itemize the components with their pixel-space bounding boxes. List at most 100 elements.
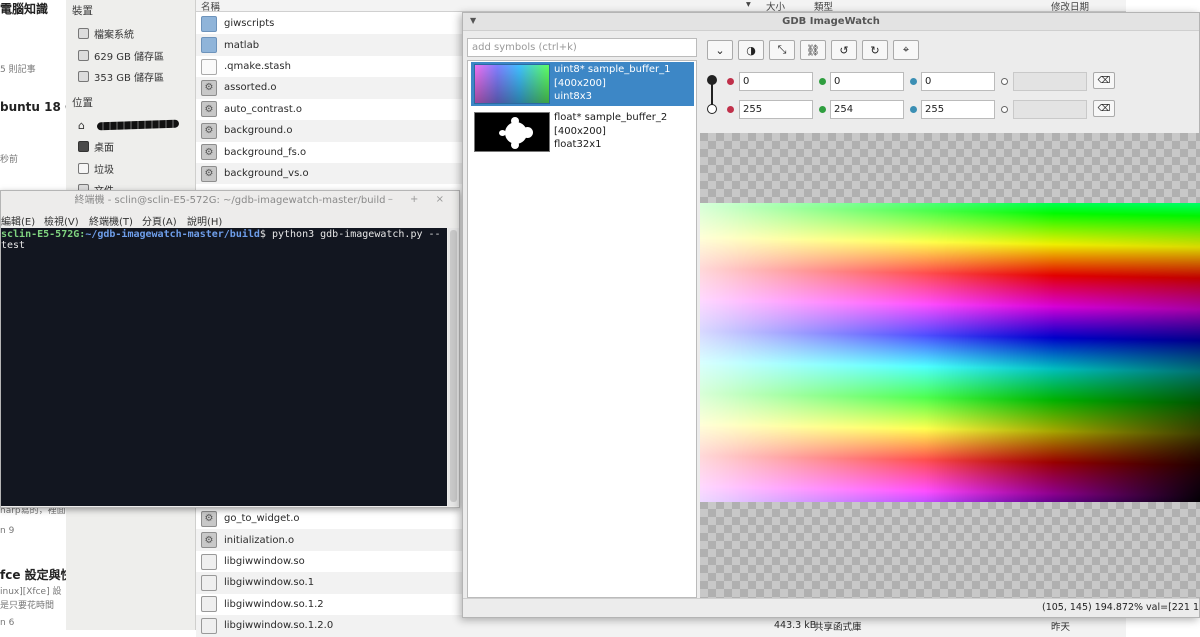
file-name: go_to_widget.o [224,513,300,525]
min-blue-field[interactable]: 0 [921,72,995,91]
file-name: background_fs.o [224,146,307,158]
terminal-output[interactable]: sclin-E5-572G:~/gdb-imagewatch-master/bu… [1,228,447,506]
buffer-dimensions: [400x200] [554,125,606,137]
show-menu-button[interactable]: ⌄ [707,40,733,60]
terminal-menubar: 編輯(E) 檢視(V) 終端機(T) 分頁(A) 說明(H) [1,211,459,228]
sidebar-item-label: 353 GB 儲存區 [94,72,165,84]
sidebar-item-storage-353[interactable]: 353 GB 儲存區 [78,67,164,85]
backspace-icon: ⌫ [1097,103,1111,114]
rotate-cw-button[interactable]: ↻ [862,40,888,60]
web-text-fragment: n 6 [0,618,15,628]
prompt-path: ~/gdb-imagewatch-master/build [85,229,260,240]
contrast-icon: ◑ [746,43,756,57]
object-file-icon: ⚙ [201,165,217,182]
file-name: assorted.o [224,82,277,94]
web-text-fragment: 是只要花時間 [0,601,55,611]
menu-terminal[interactable]: 終端機(T) [89,213,133,228]
web-text-fragment: n 9 [0,526,15,536]
reposition-button[interactable]: ⤡ [769,40,795,60]
auto-contrast-button[interactable]: ◑ [738,40,764,60]
menu-view[interactable]: 檢視(V) [44,213,79,228]
go-to-pixel-button[interactable]: ⌖ [893,40,919,60]
sidebar-item-trash[interactable]: 垃圾 [78,159,114,177]
object-file-icon: ⚙ [201,101,217,118]
contrast-min-row: 0 0 0 ⌫ [725,71,1165,93]
clear-min-button[interactable]: ⌫ [1093,72,1115,89]
buffer-symbol: uint8* sample_buffer_1 [554,64,671,75]
sidebar-item-home[interactable]: ⌂ [78,116,180,134]
sidebar-item-label: 垃圾 [94,164,114,176]
sidebar-item-storage-629[interactable]: 629 GB 儲存區 [78,46,164,64]
home-icon: ⌂ [78,118,85,132]
terminal-scrollbar[interactable] [448,228,459,506]
menu-edit[interactable]: 編輯(E) [1,213,35,228]
buffer-type: uint8x3 [554,91,593,102]
buffer-type: float32x1 [554,139,602,150]
sidebar-item-label: 629 GB 儲存區 [94,51,165,63]
web-text-fragment: 電腦知識 [0,2,49,16]
file-type: 共享函式庫 [814,621,862,633]
min-max-link-icon[interactable] [707,75,719,115]
clear-max-button[interactable]: ⌫ [1093,100,1115,117]
file-icon [201,58,217,75]
web-text-fragment: buntu 18 GD [0,100,66,114]
min-green-field[interactable]: 0 [830,72,904,91]
menu-tabs[interactable]: 分頁(A) [142,213,177,228]
window-controls[interactable]: – + × [388,194,451,205]
chevron-down-icon: ⌄ [715,43,725,57]
object-file-icon: ⚙ [201,144,217,161]
places-heading: 位置 [72,97,93,109]
drive-icon [78,49,89,61]
object-file-icon: ⚙ [201,510,217,527]
redacted-username [96,119,180,131]
buffer-thumbnail [474,112,550,152]
devices-heading: 裝置 [72,5,93,17]
max-blue-field[interactable]: 255 [921,100,995,119]
alpha-channel-icon [1001,78,1008,85]
buffer-dimensions: [400x200] [554,77,606,89]
link-icon: ⛓ [806,43,820,57]
buffer-item-sample-buffer-2[interactable]: float* sample_buffer_2 [400x200] float32… [471,110,694,154]
column-name[interactable]: 名稱 [201,0,220,13]
max-alpha-field [1013,100,1087,119]
link-views-button[interactable]: ⛓ [800,40,826,60]
rotate-ccw-icon: ↺ [839,43,849,57]
buffer-thumbnail [474,64,550,104]
file-modified: 昨天 [1051,621,1071,633]
web-text-fragment: 秒前 [0,155,19,165]
file-row[interactable]: libgiwwindow.so.1.2.0 443.3 kB 共享函式庫 昨天 [196,615,1126,637]
buffer-item-sample-buffer-1[interactable]: uint8* sample_buffer_1 [400x200] uint8x3 [471,62,694,106]
window-menu-icon[interactable]: ▼ [470,16,476,25]
green-channel-icon [819,78,826,85]
max-green-field[interactable]: 254 [830,100,904,119]
web-text-fragment: 5 則記事 [0,65,36,75]
blue-channel-icon [910,78,917,85]
file-name: giwscripts [224,18,275,30]
symbol-search-input[interactable]: add symbols (ctrl+k) [467,38,697,57]
sort-chevron-icon[interactable]: ▾ [746,0,751,10]
scrollbar-thumb[interactable] [450,230,457,502]
file-name: auto_contrast.o [224,103,303,115]
web-text-fragment: fce 設定與快 [0,568,66,582]
sidebar-item-label: 檔案系統 [94,29,134,41]
menu-help[interactable]: 說明(H) [187,213,222,228]
object-file-icon: ⚙ [201,79,217,96]
buffer-image[interactable] [700,203,1200,502]
trash-icon [78,162,89,174]
drive-icon [78,27,89,39]
file-name: background_vs.o [224,168,309,180]
contrast-max-row: 255 254 255 ⌫ [725,99,1165,121]
folder-icon [201,37,217,54]
rotate-ccw-button[interactable]: ↺ [831,40,857,60]
sidebar-item-filesystem[interactable]: 檔案系統 [78,24,134,42]
min-red-field[interactable]: 0 [739,72,813,91]
file-icon [201,553,217,570]
file-name: libgiwwindow.so.1 [224,577,315,589]
buffer-list[interactable]: uint8* sample_buffer_1 [400x200] uint8x3… [467,60,697,598]
max-red-field[interactable]: 255 [739,100,813,119]
terminal-window[interactable]: 終端機 - sclin@sclin-E5-572G: ~/gdb-imagewa… [0,190,460,508]
image-viewer[interactable] [700,133,1200,599]
red-channel-icon [727,78,734,85]
sidebar-item-desktop[interactable]: 桌面 [78,137,114,155]
imagewatch-window[interactable]: GDB ImageWatch ▼ add symbols (ctrl+k) ui… [462,12,1200,618]
